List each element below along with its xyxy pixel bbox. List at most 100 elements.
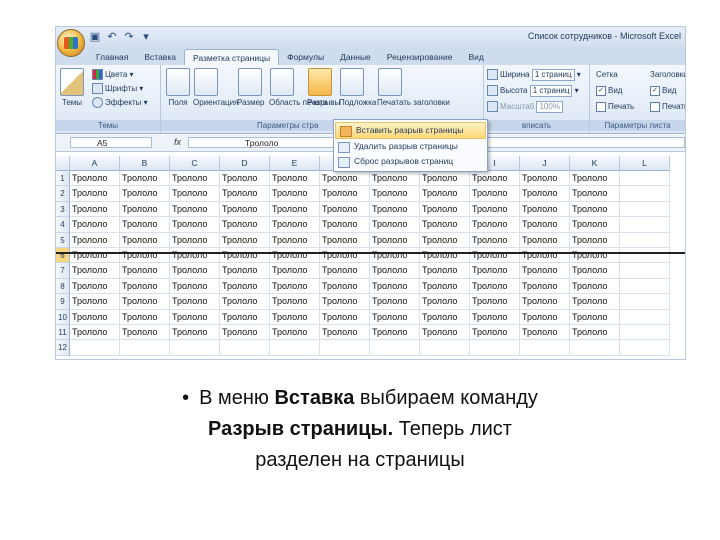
cell[interactable]: Трололо	[470, 201, 520, 218]
cell[interactable]: Трололо	[270, 278, 320, 295]
column-header[interactable]: J	[520, 156, 570, 171]
cell[interactable]: Трололо	[220, 201, 270, 218]
tab-0[interactable]: Главная	[88, 49, 136, 65]
menu-item-1[interactable]: Удалить разрыв страницы	[334, 139, 487, 154]
cell[interactable]: Трололо	[220, 232, 270, 248]
cell[interactable]: Трололо	[170, 217, 220, 233]
cell[interactable]: Трололо	[570, 171, 620, 187]
cell[interactable]	[520, 340, 570, 356]
cell[interactable]: Трололо	[320, 186, 370, 202]
row-header[interactable]: 4	[56, 217, 70, 233]
cell[interactable]: Трололо	[370, 294, 420, 310]
cell[interactable]: Трололо	[420, 248, 470, 264]
cell[interactable]: Трололо	[120, 217, 170, 233]
redo-icon[interactable]: ↷	[122, 30, 136, 44]
cell[interactable]: Трололо	[320, 171, 370, 187]
cell[interactable]: Трололо	[370, 217, 420, 233]
cell[interactable]: Трололо	[70, 232, 120, 248]
cell[interactable]: Трололо	[370, 325, 420, 341]
width-combo[interactable]: 1 страниц	[531, 68, 575, 81]
print-titles-button[interactable]: Печатать заголовки	[377, 68, 450, 107]
cell[interactable]: Трололо	[70, 248, 120, 264]
cell[interactable]	[620, 309, 670, 325]
cell[interactable]: Трололо	[120, 309, 170, 325]
cell[interactable]: Трололо	[570, 232, 620, 248]
cell[interactable]	[220, 340, 270, 356]
cell[interactable]	[120, 340, 170, 356]
column-header[interactable]: B	[120, 156, 170, 171]
cell[interactable]: Трололо	[120, 186, 170, 202]
cell[interactable]: Трололо	[120, 294, 170, 310]
row-header[interactable]: 1	[56, 171, 70, 187]
cell[interactable]	[370, 340, 420, 356]
cell[interactable]: Трололо	[320, 278, 370, 295]
cell[interactable]	[320, 340, 370, 356]
cell[interactable]: Трололо	[220, 248, 270, 264]
tab-4[interactable]: Данные	[332, 49, 379, 65]
cell[interactable]: Трололо	[470, 217, 520, 233]
cell[interactable]: Трололо	[120, 171, 170, 187]
height-combo[interactable]: 1 страниц	[529, 84, 573, 97]
column-header[interactable]: C	[170, 156, 220, 171]
cell[interactable]: Трололо	[120, 263, 170, 279]
name-box[interactable]: A5	[70, 137, 152, 148]
cell[interactable]: Трололо	[270, 325, 320, 341]
cell[interactable]: Трололо	[70, 171, 120, 187]
cell[interactable]: Трололо	[570, 325, 620, 341]
cell[interactable]: Трололо	[120, 201, 170, 218]
effects-button[interactable]: Эффекты ▾	[92, 96, 148, 109]
cell[interactable]: Трололо	[170, 186, 220, 202]
cell[interactable]: Трололо	[170, 232, 220, 248]
cell[interactable]: Трололо	[70, 294, 120, 310]
row-header[interactable]: 3	[56, 201, 70, 218]
cell[interactable]: Трололо	[420, 325, 470, 341]
breaks-button[interactable]: Разрывы	[307, 68, 340, 107]
cell[interactable]: Трололо	[420, 217, 470, 233]
cell[interactable]: Трололо	[220, 309, 270, 325]
cell[interactable]: Трололо	[570, 248, 620, 264]
cell[interactable]: Трололо	[320, 263, 370, 279]
cell[interactable]: Трололо	[70, 309, 120, 325]
cell[interactable]: Трололо	[170, 278, 220, 295]
fonts-button[interactable]: Шрифты ▾	[92, 82, 143, 95]
tab-3[interactable]: Формулы	[279, 49, 332, 65]
cell[interactable]	[620, 201, 670, 218]
cell[interactable]: Трололо	[370, 186, 420, 202]
cell[interactable]: Трололо	[470, 294, 520, 310]
row-header[interactable]: 7	[56, 263, 70, 279]
cell[interactable]: Трололо	[520, 325, 570, 341]
row-header[interactable]: 10	[56, 309, 70, 325]
cell[interactable]: Трололо	[570, 309, 620, 325]
cell[interactable]: Трололо	[520, 217, 570, 233]
cell[interactable]: Трололо	[120, 248, 170, 264]
cell[interactable]: Трололо	[520, 278, 570, 295]
cell[interactable]: Трололо	[170, 263, 220, 279]
cell[interactable]: Трололо	[370, 248, 420, 264]
cell[interactable]: Трололо	[70, 278, 120, 295]
cell[interactable]: Трололо	[520, 294, 570, 310]
row-header[interactable]: 6	[56, 248, 70, 264]
cell[interactable]: Трололо	[170, 171, 220, 187]
row-header[interactable]: 12	[56, 340, 70, 356]
row-header[interactable]: 11	[56, 325, 70, 341]
cell[interactable]: Трололо	[370, 309, 420, 325]
cell[interactable]: Трололо	[220, 186, 270, 202]
cell[interactable]: Трололо	[270, 263, 320, 279]
gridlines-print-checkbox[interactable]: Печать	[596, 100, 634, 113]
cell[interactable]	[620, 263, 670, 279]
menu-item-2[interactable]: Сброс разрывов страниц	[334, 154, 487, 169]
orientation-button[interactable]: Ориентация	[193, 68, 238, 107]
cell[interactable]: Трололо	[270, 309, 320, 325]
scale-control[interactable]: Масштаб 100%	[487, 100, 563, 113]
background-button[interactable]: Подложка	[339, 68, 376, 107]
cell[interactable]: Трололо	[470, 186, 520, 202]
cell[interactable]: Трололо	[520, 232, 570, 248]
cell[interactable]: Трололо	[520, 309, 570, 325]
fx-icon[interactable]: fx	[174, 137, 181, 147]
save-icon[interactable]: ▣	[88, 30, 102, 44]
cell[interactable]: Трололо	[570, 294, 620, 310]
scale-combo[interactable]: 100%	[536, 100, 563, 113]
cell[interactable]	[70, 340, 120, 356]
cell[interactable]: Трололо	[270, 186, 320, 202]
cell[interactable]	[620, 217, 670, 233]
